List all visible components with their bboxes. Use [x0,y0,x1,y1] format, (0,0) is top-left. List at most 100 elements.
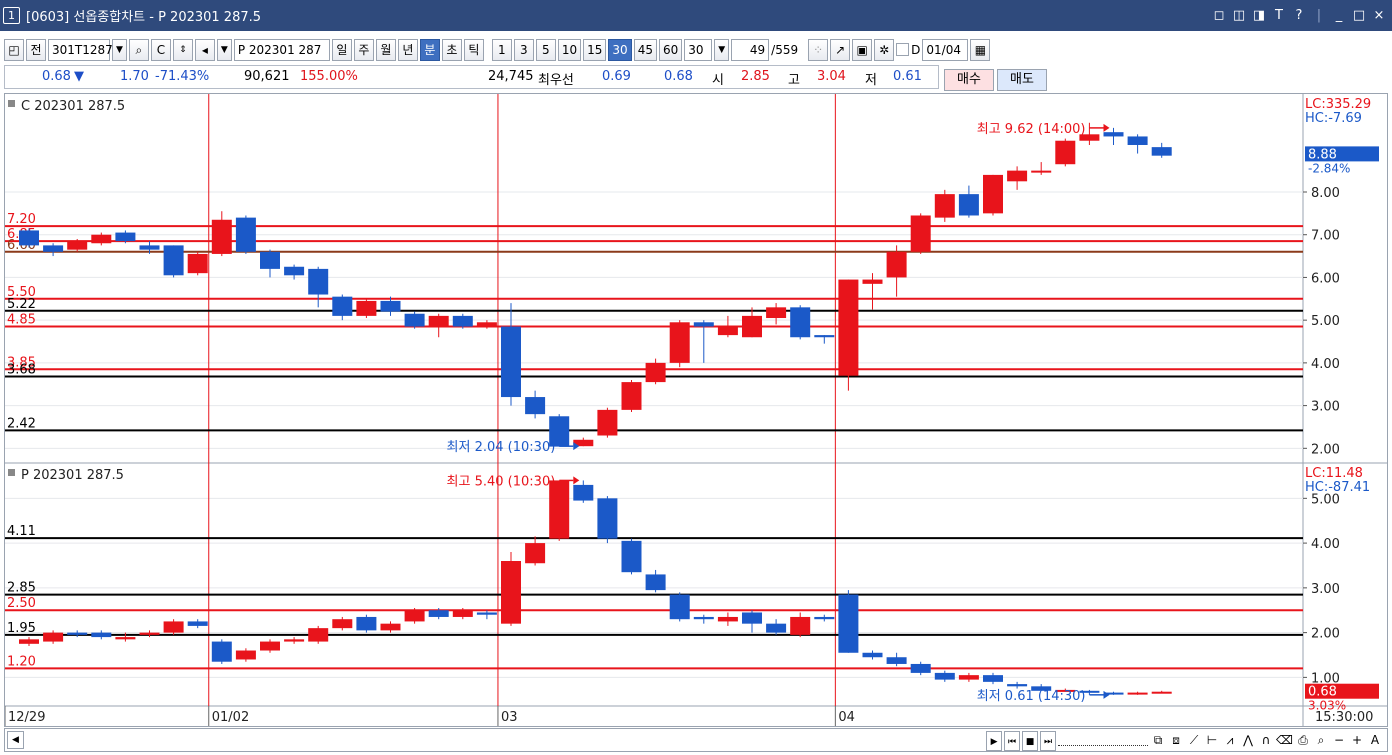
indicator-icon[interactable]: ⁘ [808,38,829,61]
pattern-tool-icon[interactable]: ⋀ [1240,730,1256,750]
period-tick[interactable]: 틱 [463,38,484,61]
interval-10[interactable]: 10 [557,38,582,61]
period-minute[interactable]: 분 [419,38,440,61]
code-input[interactable]: 301T1287 [48,38,113,61]
interval-3[interactable]: 3 [513,38,534,61]
period-week[interactable]: 주 [353,38,374,61]
candle-body [790,307,811,338]
low-annotation: 최저 2.04 (10:30) [447,440,556,455]
date-input[interactable]: 01/04 [922,38,969,61]
nav-first-icon[interactable]: ⏮ [1004,730,1021,751]
zoom-out-icon[interactable]: − [1331,730,1347,750]
symbol-name-field[interactable]: P 202301 287 [233,38,330,61]
level-label: 1.20 [7,654,36,669]
spin-updown-icon[interactable]: ⇕ [172,38,193,61]
candlestick-chart[interactable]: 2.003.004.005.006.007.008.007.206.856.60… [5,94,1387,726]
y-tick-label: 6.00 [1311,271,1340,286]
font-icon[interactable]: T [1272,8,1286,23]
candle-body [211,641,232,662]
count-input[interactable]: 49 [731,38,770,61]
interval-45[interactable]: 45 [633,38,657,61]
pane-label: C 202301 287.5 [21,99,125,114]
interval-dropdown-icon[interactable]: ▼ [714,38,730,61]
magnifier-icon[interactable]: ⌕ [1313,730,1329,750]
nav-last-icon[interactable]: ⏭ [1040,730,1057,751]
interval-60[interactable]: 60 [658,38,683,61]
close-icon[interactable]: × [1372,8,1386,23]
nav-next-icon[interactable]: ▶ [986,730,1003,751]
high-arrow-head [1103,123,1110,132]
sound-icon[interactable]: ◂ [194,38,215,61]
window-number-badge[interactable]: 1 [3,7,20,24]
candle-body [838,279,859,376]
chart-area[interactable]: 2.003.004.005.006.007.008.007.206.856.60… [4,93,1388,727]
high-value: 3.04 [817,69,846,84]
fib-tool-icon[interactable]: ⊢ [1204,730,1220,750]
candle-body [501,561,521,624]
layout-icon[interactable]: ◻ [1212,8,1226,23]
maximize-icon[interactable]: □ [1352,8,1366,23]
line-tool-icon[interactable]: ⟋ [1186,730,1202,750]
candle-body [766,307,787,319]
magnet-icon[interactable]: ∩ [1258,730,1274,750]
candle-body [1151,147,1172,156]
candle-body [187,253,208,274]
sound-dropdown-icon[interactable]: ▼ [216,38,232,61]
save-icon[interactable]: ▣ [852,38,873,61]
prev-button[interactable]: 전 [26,38,46,61]
candle-body [669,594,690,620]
period-year[interactable]: 년 [397,38,418,61]
candle-body [235,217,256,252]
wave-tool-icon[interactable]: ⩘ [1222,730,1238,750]
nav-stop-icon[interactable]: ■ [1022,730,1039,751]
compare-icon[interactable]: C [150,38,171,61]
pin-icon[interactable]: ◨ [1252,8,1266,23]
settings-gear-icon[interactable]: ✲ [874,38,895,61]
period-month[interactable]: 월 [375,38,396,61]
level-label: 1.95 [7,621,36,636]
change-value: 1.70 [120,69,149,84]
low-annotation: 최저 0.61 (14:30) [977,689,1086,704]
buy-button[interactable]: 매수 [944,69,994,91]
zoom-in-icon[interactable]: + [1349,730,1365,750]
window-copy-icon[interactable]: ◫ [1232,8,1246,23]
candle-body [139,245,160,250]
candle-body [814,335,835,338]
trend-icon[interactable]: ↗ [830,38,851,61]
zoom-slider-icon[interactable] [1058,734,1149,746]
candle-body [862,279,883,284]
candle-body [573,484,594,501]
interval-5[interactable]: 5 [535,38,556,61]
code-dropdown-icon[interactable]: ▼ [112,38,127,61]
minimize-icon[interactable]: _ [1332,8,1346,23]
interval-30[interactable]: 30 [608,38,632,61]
d-checkbox[interactable] [896,43,910,56]
window-layout-icon[interactable]: ⧉ [1150,730,1166,750]
period-second[interactable]: 초 [441,38,462,61]
interval-15[interactable]: 15 [583,38,607,61]
candle-body [260,251,280,269]
x-tick-label: 03 [501,710,518,725]
interval-select[interactable]: 30 [684,38,713,61]
candle-body [742,612,762,624]
text-tool-icon[interactable]: A [1367,730,1383,750]
level-label: 4.11 [7,524,36,539]
high-arrow-head [573,476,580,485]
candle-body [621,382,642,410]
period-day[interactable]: 일 [331,38,352,61]
print-icon[interactable]: ⎙ [1295,730,1311,750]
calendar-icon[interactable]: ▦ [970,38,991,61]
erase-icon[interactable]: ⌫ [1276,730,1293,750]
y-tick-label: 3.00 [1311,400,1340,415]
screen-toggle-icon[interactable]: ◰ [4,38,24,61]
time-label: 15:30:00 [1315,710,1373,725]
candle-body [1031,170,1052,173]
sell-button[interactable]: 매도 [997,69,1047,91]
interval-1[interactable]: 1 [491,38,512,61]
search-icon[interactable]: ⌕ [128,38,149,61]
level-label: 2.50 [7,596,36,611]
scroll-left-icon[interactable]: ◀ [7,731,24,749]
help-icon[interactable]: ? [1292,8,1306,23]
candle-body [284,266,305,276]
window-tile-icon[interactable]: ⧈ [1168,730,1184,750]
